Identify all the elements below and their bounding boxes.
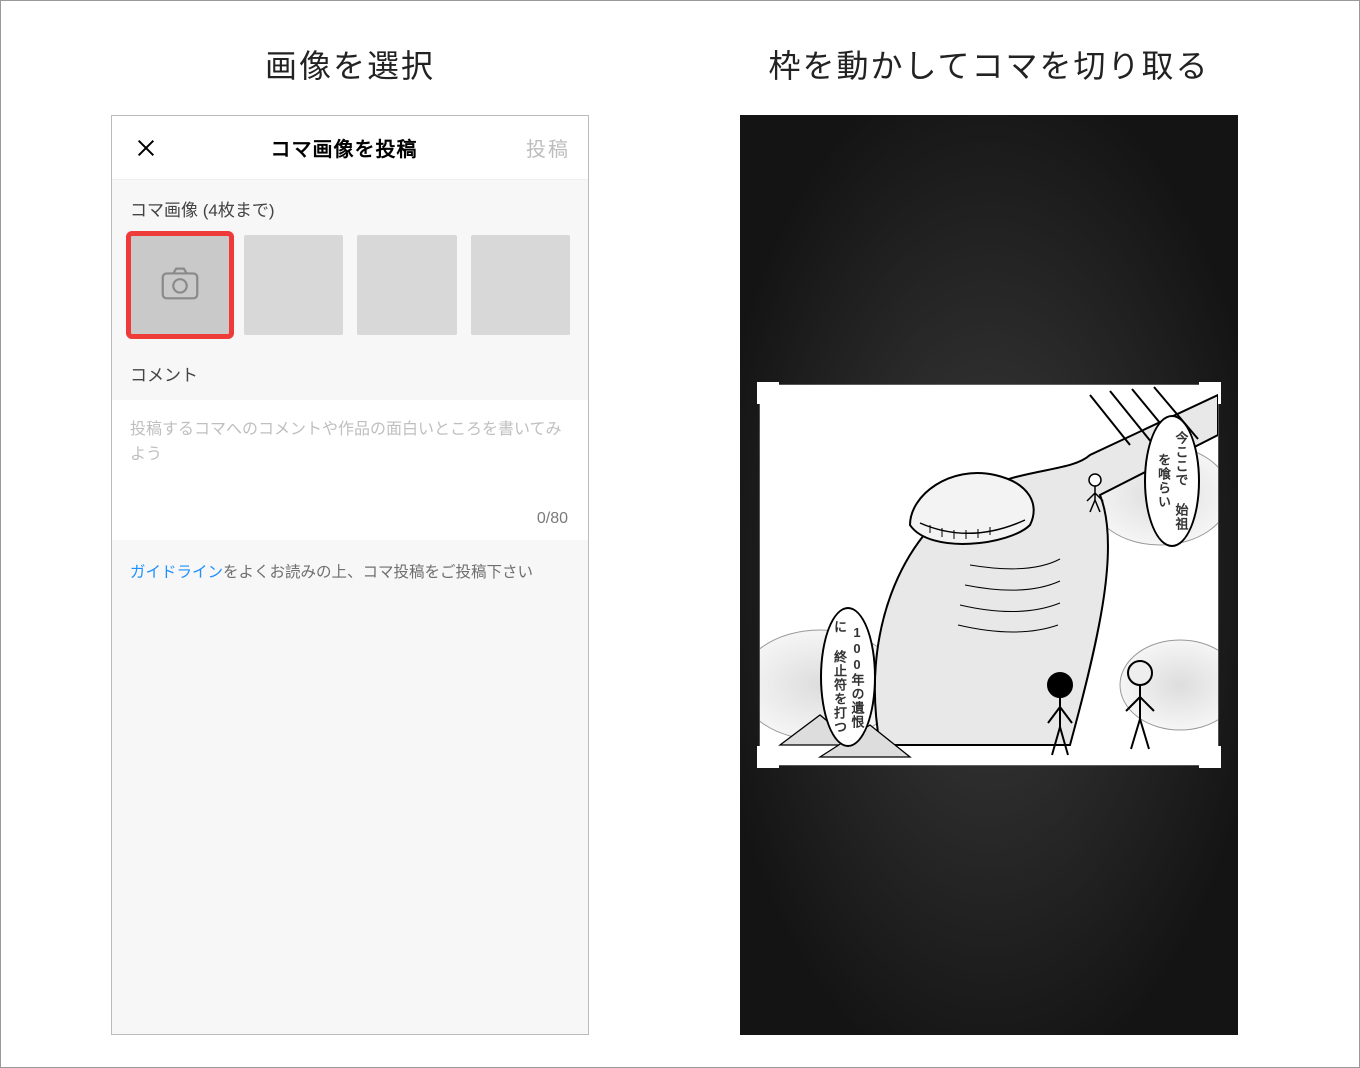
tutorial-two-up: 画像を選択 コマ画像を投稿 投稿 コマ画像 (4枚まで) xyxy=(0,0,1360,1068)
screen-header: コマ画像を投稿 投稿 xyxy=(112,116,588,180)
crop-handle-bl[interactable] xyxy=(757,746,779,768)
speech-bubble-1: 今ここで 始祖を喰らい xyxy=(1144,415,1200,547)
post-button[interactable]: 投稿 xyxy=(526,133,570,162)
speech-bubble-2: 100年の遺恨に 終止符を打つ xyxy=(820,607,876,747)
right-title: 枠を動かしてコマを切り取る xyxy=(768,41,1209,87)
left-title: 画像を選択 xyxy=(265,41,435,87)
comment-section: コメント xyxy=(112,345,588,400)
image-slot-empty[interactable] xyxy=(357,235,457,335)
crop-screen[interactable]: 今ここで 始祖を喰らい 100年の遺恨に 終止符を打つ xyxy=(740,115,1238,1035)
crop-handle-tr[interactable] xyxy=(1199,382,1221,404)
guideline-link[interactable]: ガイドライン xyxy=(130,564,223,581)
screen-title: コマ画像を投稿 xyxy=(271,133,418,162)
comment-char-counter: 0/80 xyxy=(537,510,568,528)
camera-icon xyxy=(157,260,203,311)
crop-frame[interactable]: 今ここで 始祖を喰らい 100年の遺恨に 終止符を打つ xyxy=(760,385,1218,765)
guideline-rest: をよくお読みの上、コマ投稿をご投稿下さい xyxy=(223,564,533,581)
image-slot-add[interactable] xyxy=(130,235,230,335)
guideline-note: ガイドラインをよくお読みの上、コマ投稿をご投稿下さい xyxy=(112,540,588,602)
crop-handle-tl[interactable] xyxy=(757,382,779,404)
crop-handle-br[interactable] xyxy=(1199,746,1221,768)
comment-placeholder: 投稿するコマへのコメントや作品の面白いところを書いてみよう xyxy=(130,418,570,468)
image-slot-empty[interactable] xyxy=(244,235,344,335)
comment-textarea[interactable]: 投稿するコマへのコメントや作品の面白いところを書いてみよう 0/80 xyxy=(112,400,588,540)
image-slot-empty[interactable] xyxy=(471,235,571,335)
right-column: 枠を動かしてコマを切り取る xyxy=(689,41,1289,1067)
close-icon[interactable] xyxy=(130,132,162,164)
comment-section-label: コメント xyxy=(130,361,570,386)
image-slots xyxy=(130,235,570,335)
images-section: コマ画像 (4枚まで) xyxy=(112,180,588,345)
images-section-label: コマ画像 (4枚まで) xyxy=(130,196,570,221)
left-column: 画像を選択 コマ画像を投稿 投稿 コマ画像 (4枚まで) xyxy=(71,41,629,1067)
post-panel-screen: コマ画像を投稿 投稿 コマ画像 (4枚まで) xyxy=(111,115,589,1035)
